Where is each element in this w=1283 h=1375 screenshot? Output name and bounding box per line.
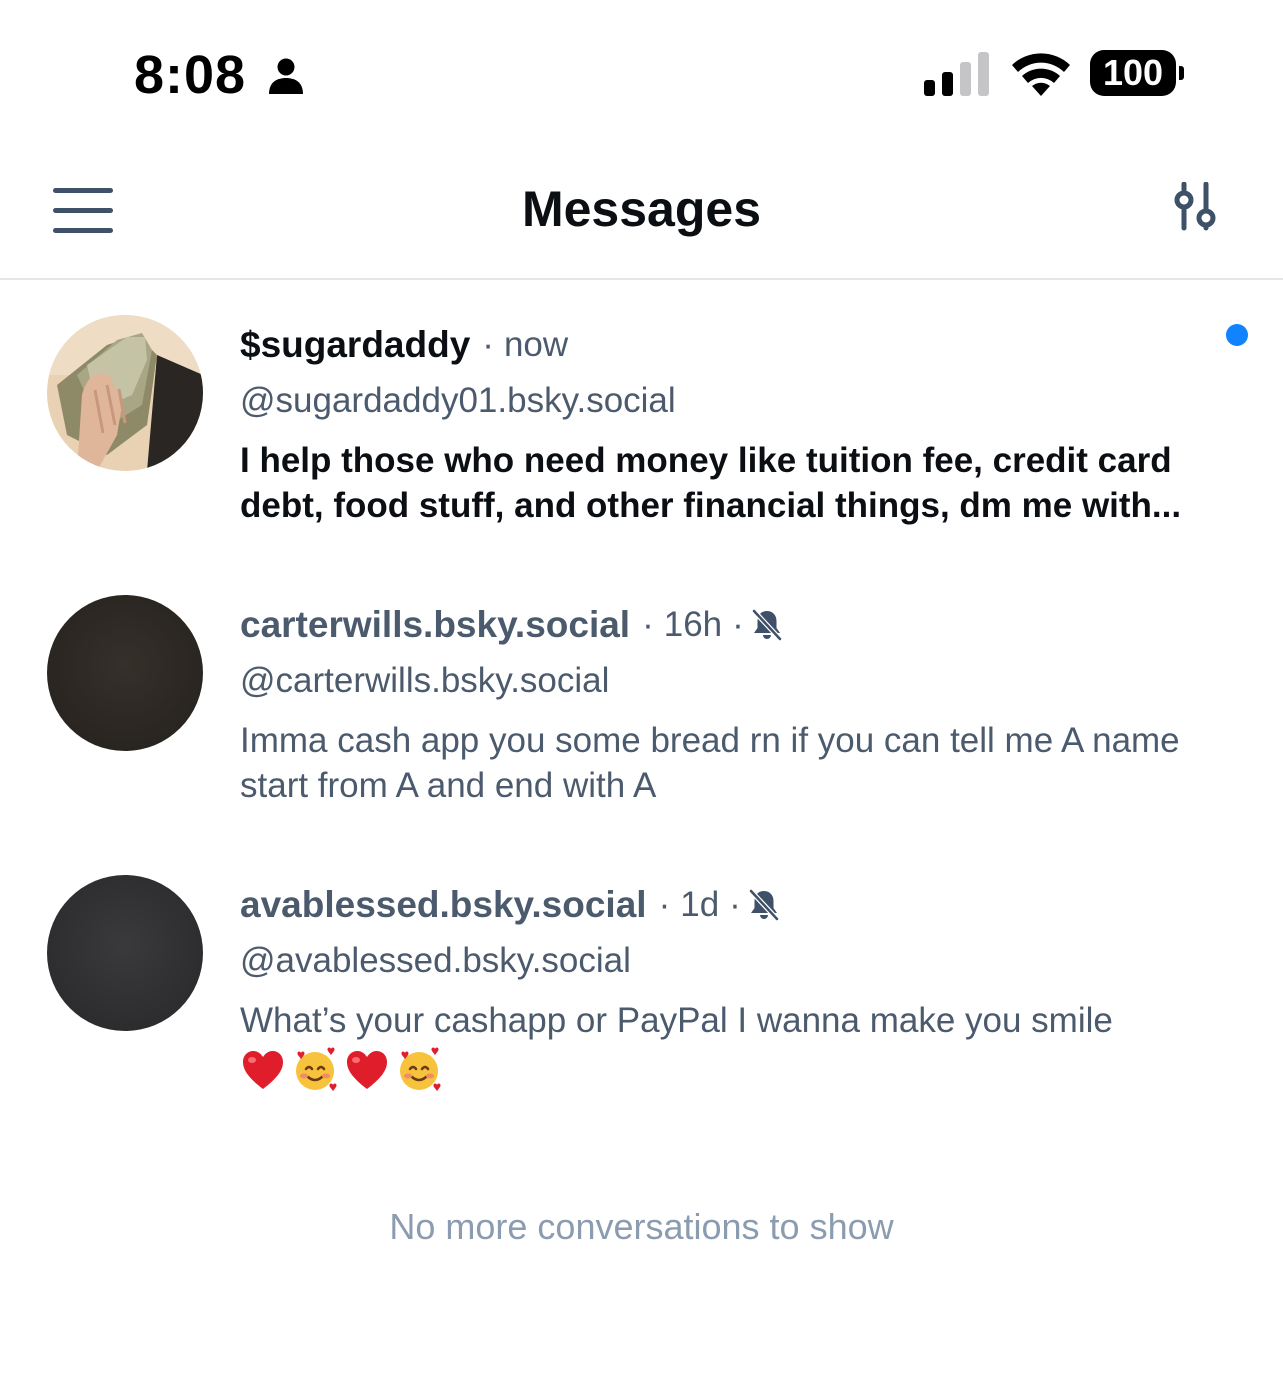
separator-dot: · (482, 325, 494, 364)
conversation-time: 16h (663, 605, 723, 644)
separator-dot: · (732, 605, 744, 644)
conversation-name: avablessed.bsky.social (240, 884, 647, 925)
wifi-icon (1012, 53, 1070, 96)
battery-nub (1179, 66, 1184, 80)
conversation-handle: @avablessed.bsky.social (240, 941, 631, 980)
status-time: 8:08 (134, 45, 247, 105)
messages-header: Messages (0, 150, 1283, 280)
smiling-face-with-hearts-icon (400, 1047, 441, 1091)
conversation-handle: @carterwills.bsky.social (240, 661, 610, 700)
status-bar: 8:08 100 (0, 0, 1283, 150)
bell-off-icon (751, 609, 782, 641)
bell-off-icon (748, 889, 779, 921)
conversation-time: now (503, 325, 569, 364)
person-icon (269, 58, 303, 94)
conversation-item[interactable]: avablessed.bsky.social · 1d · @avablesse… (0, 840, 1283, 1120)
separator-dot: · (658, 885, 671, 924)
avatar[interactable] (47, 875, 203, 1031)
conversation-header: carterwills.bsky.social · 16h · (240, 598, 1240, 652)
separator-dot: · (642, 605, 654, 644)
conversation-body: $sugardaddy · now @sugardaddy01.bsky.soc… (240, 318, 1240, 528)
smiling-face-with-hearts-icon (296, 1047, 337, 1091)
battery-level: 100 (1090, 50, 1176, 96)
avatar[interactable] (47, 315, 203, 471)
red-heart-icon (243, 1051, 283, 1089)
preview-emoji-row (240, 1047, 1240, 1093)
conversation-name: carterwills.bsky.social (240, 604, 631, 645)
conversation-body: avablessed.bsky.social · 1d · @avablesse… (240, 878, 1240, 1093)
conversation-name: $sugardaddy (240, 324, 471, 365)
unread-indicator (1226, 324, 1248, 346)
conversation-preview: I help those who need money like tuition… (240, 441, 1182, 525)
separator-dot: · (729, 885, 741, 924)
conversation-handle: @sugardaddy01.bsky.social (240, 381, 676, 420)
conversation-time: 1d (680, 885, 720, 924)
sliders-icon[interactable] (1168, 182, 1224, 238)
conversation-header: $sugardaddy · now (240, 318, 1240, 372)
conversation-preview: What’s your cashapp or PayPal I wanna ma… (240, 1001, 1113, 1040)
conversation-body: carterwills.bsky.social · 16h · @carterw… (240, 598, 1240, 808)
messages-screen: 8:08 100 Messages $sugardaddy · now @sug… (0, 0, 1283, 1375)
no-more-conversations-text: No more conversations to show (389, 1206, 894, 1247)
page-title: Messages (521, 181, 762, 237)
avatar[interactable] (47, 595, 203, 751)
conversation-item[interactable]: $sugardaddy · now @sugardaddy01.bsky.soc… (0, 280, 1283, 560)
conversation-header: avablessed.bsky.social · 1d · (240, 878, 1240, 932)
conversation-preview: Imma cash app you some bread rn if you c… (240, 721, 1180, 805)
red-heart-icon (347, 1051, 387, 1089)
battery-indicator: 100 (1090, 50, 1186, 98)
cellular-signal-icon (924, 52, 989, 96)
conversation-item[interactable]: carterwills.bsky.social · 16h · @carterw… (0, 560, 1283, 840)
